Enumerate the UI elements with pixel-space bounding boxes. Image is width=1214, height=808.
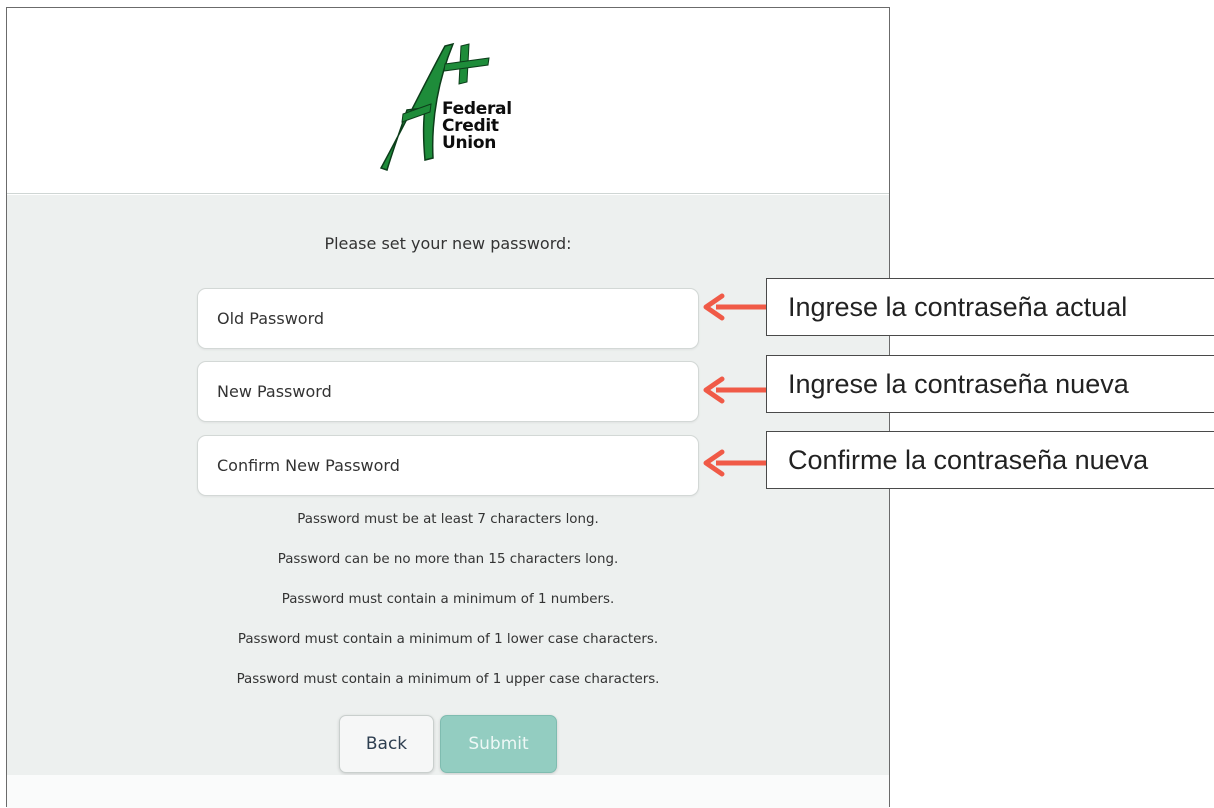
back-button[interactable]: Back (339, 715, 434, 773)
arrow-left-icon (703, 293, 768, 321)
arrow-left-icon (703, 376, 768, 404)
footer-strip (7, 775, 889, 808)
logo-line-union: Union (442, 133, 497, 153)
submit-button[interactable]: Submit (440, 715, 557, 773)
form-area: Please set your new password: Password m… (7, 195, 889, 775)
password-change-panel: Federal Credit Union Please set your new… (6, 7, 890, 808)
old-password-field[interactable] (197, 288, 699, 349)
callout-old-password: Ingrese la contraseña actual (766, 278, 1214, 336)
rule-max-length: Password can be no more than 15 characte… (277, 552, 619, 567)
credit-union-logo: Federal Credit Union (373, 38, 533, 178)
arrow-left-icon (703, 449, 768, 477)
form-prompt: Please set your new password: (324, 234, 572, 253)
callout-confirm-password: Confirme la contraseña nueva (766, 431, 1214, 489)
rule-upper-case: Password must contain a minimum of 1 upp… (236, 672, 660, 687)
logo-wordmark: Federal Credit Union (442, 101, 512, 152)
callout-new-password: Ingrese la contraseña nueva (766, 355, 1214, 413)
new-password-field[interactable] (197, 361, 699, 422)
confirm-password-field[interactable] (197, 435, 699, 496)
header: Federal Credit Union (7, 8, 889, 194)
rule-numbers: Password must contain a minimum of 1 num… (281, 592, 615, 607)
rule-min-length: Password must be at least 7 characters l… (297, 512, 599, 527)
rule-lower-case: Password must contain a minimum of 1 low… (237, 632, 659, 647)
